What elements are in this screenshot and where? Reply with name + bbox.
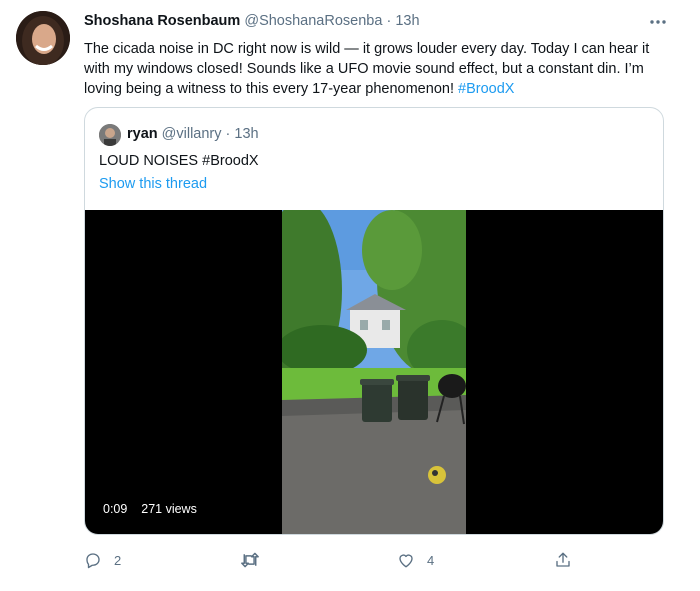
tweet-header: Shoshana Rosenbaum @ShoshanaRosenba · 13… bbox=[84, 13, 420, 29]
quoted-author-handle: @villanry bbox=[161, 126, 222, 142]
quoted-tweet[interactable]: ryan @villanry · 13h LOUD NOISES #BroodX… bbox=[84, 107, 664, 535]
share-icon bbox=[554, 551, 572, 569]
retweet-icon bbox=[240, 551, 260, 569]
author-name[interactable]: Shoshana Rosenbaum bbox=[84, 13, 240, 29]
video-frame bbox=[282, 210, 466, 534]
more-icon[interactable] bbox=[646, 12, 670, 32]
video-player[interactable]: 0:09 271 views bbox=[85, 210, 663, 534]
reply-icon bbox=[84, 551, 102, 569]
author-avatar[interactable] bbox=[16, 11, 70, 65]
author-handle[interactable]: @ShoshanaRosenba bbox=[244, 13, 382, 29]
video-info: 0:09 271 views bbox=[103, 502, 197, 516]
video-views: 271 views bbox=[141, 502, 197, 516]
reply-count: 2 bbox=[114, 552, 122, 568]
tweet-text: The cicada noise in DC right now is wild… bbox=[84, 39, 664, 99]
share-button[interactable] bbox=[554, 551, 572, 569]
like-count: 4 bbox=[427, 552, 435, 568]
quoted-author-name: ryan bbox=[127, 126, 158, 142]
quoted-author-avatar bbox=[99, 124, 121, 146]
tweet-body: The cicada noise in DC right now is wild… bbox=[84, 41, 650, 97]
like-icon bbox=[397, 551, 415, 569]
tweet-time[interactable]: 13h bbox=[395, 13, 419, 29]
quoted-time: 13h bbox=[234, 126, 259, 142]
like-button[interactable]: 4 bbox=[397, 551, 434, 569]
time-separator: · bbox=[386, 13, 392, 29]
quoted-header: ryan @villanry · 13h bbox=[127, 126, 259, 142]
reply-button[interactable]: 2 bbox=[84, 551, 121, 569]
quoted-text: LOUD NOISES #BroodX bbox=[99, 153, 259, 169]
retweet-button[interactable] bbox=[240, 551, 272, 569]
hashtag-link[interactable]: #BroodX bbox=[458, 81, 514, 97]
quoted-separator: · bbox=[225, 126, 231, 142]
action-bar: 2 4 bbox=[84, 551, 664, 573]
video-duration: 0:09 bbox=[103, 502, 128, 516]
show-thread-link[interactable]: Show this thread bbox=[99, 176, 207, 192]
